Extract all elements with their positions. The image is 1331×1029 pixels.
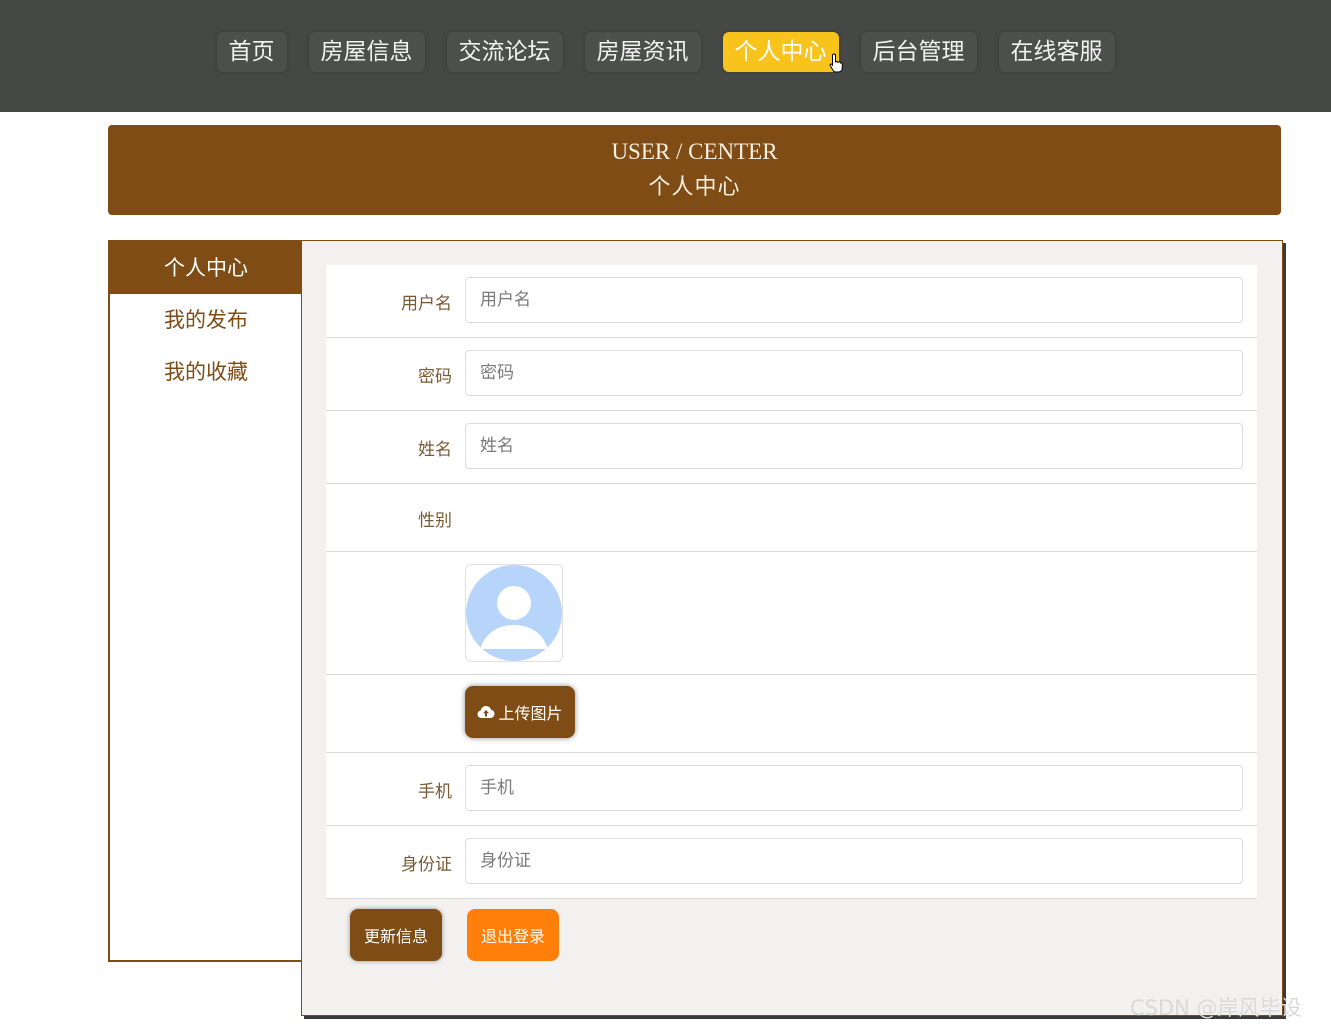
- update-info-button[interactable]: 更新信息: [350, 909, 442, 961]
- form-row-gender: 性别: [326, 484, 1257, 552]
- profile-panel: 用户名 密码 姓名 性别: [301, 240, 1283, 1016]
- upload-image-label: 上传图片: [498, 704, 563, 723]
- form-row-username: 用户名: [326, 265, 1257, 338]
- form-row-idcard: 身份证: [326, 826, 1257, 899]
- nav-item-house-news[interactable]: 房屋资讯: [584, 32, 701, 72]
- password-input[interactable]: [465, 350, 1243, 396]
- top-navbar: 首页 房屋信息 交流论坛 房屋资讯 个人中心 后台管理 在线客服: [0, 0, 1331, 112]
- page-banner: USER / CENTER 个人中心: [108, 125, 1281, 215]
- phone-input[interactable]: [465, 765, 1243, 811]
- name-input[interactable]: [465, 423, 1243, 469]
- nav-item-online-service[interactable]: 在线客服: [998, 32, 1115, 72]
- logout-button[interactable]: 退出登录: [467, 909, 559, 961]
- nav-item-user-center[interactable]: 个人中心: [722, 32, 839, 72]
- gender-label: 性别: [418, 511, 452, 531]
- sidebar-item-my-favorites[interactable]: 我的收藏: [110, 346, 302, 398]
- form-row-phone: 手机: [326, 753, 1257, 826]
- nav-item-admin[interactable]: 后台管理: [860, 32, 977, 72]
- password-label: 密码: [418, 367, 452, 387]
- banner-title: USER / CENTER: [611, 139, 778, 164]
- default-avatar-icon: [466, 565, 562, 661]
- name-label: 姓名: [418, 440, 452, 460]
- phone-label: 手机: [418, 782, 452, 802]
- nav-item-home[interactable]: 首页: [216, 32, 287, 72]
- username-input[interactable]: [465, 277, 1243, 323]
- sidebar-item-my-posts[interactable]: 我的发布: [110, 294, 302, 346]
- nav-item-house-info[interactable]: 房屋信息: [308, 32, 425, 72]
- idcard-label: 身份证: [401, 855, 452, 875]
- form-row-avatar: [326, 552, 1257, 675]
- cloud-upload-icon: [477, 706, 495, 718]
- upload-image-button[interactable]: 上传图片: [465, 686, 575, 738]
- sidebar-item-user-center[interactable]: 个人中心: [110, 242, 302, 294]
- sidebar: 个人中心 我的发布 我的收藏: [108, 240, 302, 962]
- avatar: [465, 564, 563, 662]
- form-row-upload: 上传图片: [326, 675, 1257, 753]
- idcard-input[interactable]: [465, 838, 1243, 884]
- form-row-name: 姓名: [326, 411, 1257, 484]
- nav-item-forum[interactable]: 交流论坛: [446, 32, 563, 72]
- banner-subtitle: 个人中心: [648, 175, 741, 200]
- username-label: 用户名: [401, 294, 452, 314]
- hand-pointer-cursor-icon: [829, 53, 843, 73]
- main-nav: 首页 房屋信息 交流论坛 房屋资讯 个人中心 后台管理 在线客服: [0, 32, 1331, 72]
- profile-form: 用户名 密码 姓名 性别: [326, 265, 1257, 899]
- form-row-password: 密码: [326, 338, 1257, 411]
- watermark: CSDN @岸风毕设: [1130, 996, 1302, 1020]
